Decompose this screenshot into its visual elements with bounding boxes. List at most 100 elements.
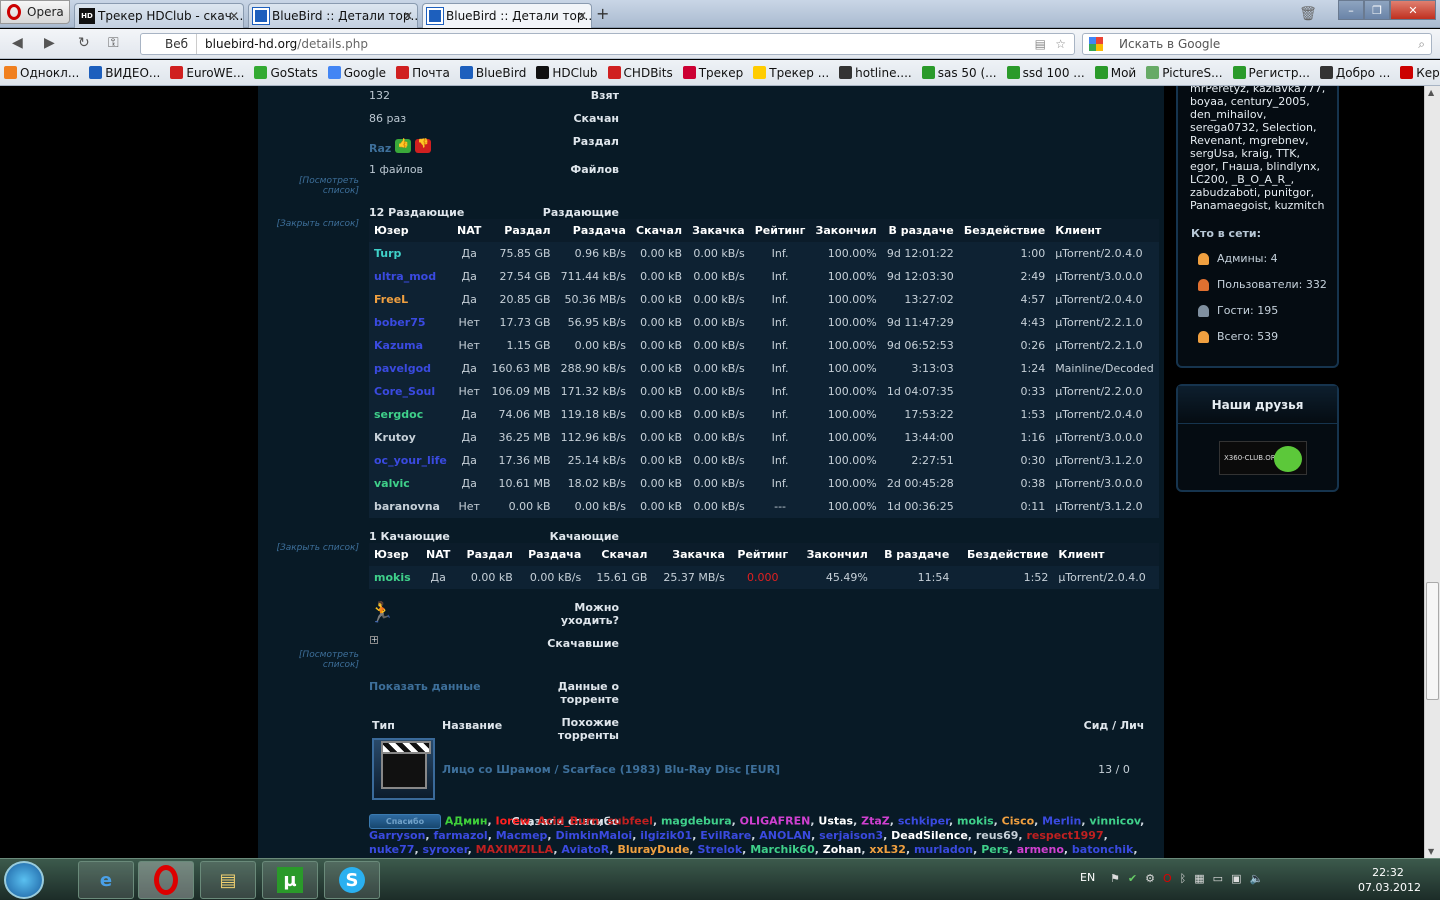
scrollbar-thumb[interactable] (1426, 582, 1439, 700)
seeder-cell-user[interactable]: oc_your_life (369, 449, 452, 472)
thanks-user[interactable]: DimkinMaloi (555, 829, 632, 842)
bookmark-item[interactable]: BlueBird (456, 66, 530, 80)
thanks-user[interactable]: OLIGAFREN (740, 815, 811, 828)
thanks-user[interactable]: Ustas (818, 815, 853, 828)
thanks-user[interactable]: Cisco (1002, 815, 1034, 828)
thanks-user[interactable]: murladon (914, 843, 973, 856)
similar-title-link[interactable]: Лицо со Шрамом / Scarface (1983) Blu-Ray… (439, 734, 1069, 804)
bookmark-item[interactable]: Добро ... (1316, 66, 1394, 80)
tray-device-icon[interactable]: ▦ (1194, 872, 1204, 885)
thanks-user[interactable]: EvilRare (700, 829, 751, 842)
show-data-link[interactable]: Показать данные (369, 680, 481, 693)
thanks-user[interactable]: xxL32 (869, 843, 906, 856)
bookmark-item[interactable]: GoStats (250, 66, 321, 80)
tray-clock[interactable]: 22:32 07.03.2012 (1358, 865, 1421, 895)
seeder-cell-user[interactable]: Core_Soul (369, 380, 452, 403)
page-scrollbar[interactable]: ▲ ▼ (1424, 86, 1440, 858)
friends-banner[interactable]: X360-CLUB.ORG (1219, 441, 1307, 475)
thumbs-up-icon[interactable]: 👍 (395, 138, 412, 153)
key-icon[interactable]: ⚿ (108, 35, 119, 51)
tray-speaker-icon[interactable]: 🔈 (1249, 872, 1263, 885)
tray-flag-icon[interactable]: ⚑ (1110, 872, 1120, 885)
skype-icon[interactable]: S (324, 861, 380, 899)
search-input[interactable]: Искать в Google ⌕ (1082, 33, 1432, 55)
thanks-user[interactable]: АДмин (445, 815, 488, 828)
tray-bluetooth-icon[interactable]: ᛒ (1180, 872, 1187, 885)
thanks-user[interactable]: vinnicov (1089, 815, 1140, 828)
seeder-cell-user[interactable]: valvic (369, 472, 452, 495)
thanks-user[interactable]: mokis (957, 815, 994, 828)
bookmark-item[interactable]: Google (324, 66, 390, 80)
bookmark-item[interactable]: Трекер (679, 66, 748, 80)
thanks-user[interactable]: ZtaZ (861, 815, 890, 828)
leechers-close-link[interactable]: [Закрыть список] (262, 543, 359, 553)
bookmark-item[interactable]: PictureS... (1142, 66, 1226, 80)
tray-battery-icon[interactable]: ▭ (1213, 872, 1223, 885)
close-window-button[interactable]: ✕ (1390, 0, 1436, 20)
thanks-user[interactable]: syroxer (422, 843, 467, 856)
thanks-user[interactable]: Acid_Burn (538, 815, 600, 828)
thanks-user[interactable]: subfeel (607, 815, 653, 828)
thanks-user[interactable]: Merlin (1042, 815, 1081, 828)
tray-opera-icon[interactable]: O (1163, 872, 1172, 885)
tab-bluebird-1[interactable]: BlueBird :: Детали тор... ✕ (248, 3, 418, 28)
address-url[interactable]: bluebird-hd.org/details.php (197, 37, 368, 51)
bookmark-item[interactable]: Трекер ... (749, 66, 833, 80)
thanks-user[interactable]: nuke77 (369, 843, 414, 856)
thanks-user[interactable]: BlurayDude (617, 843, 689, 856)
opera-taskbar-icon[interactable] (138, 861, 194, 899)
seeder-cell-user[interactable]: Kazuma (369, 334, 452, 357)
bookmark-item[interactable]: ВИДЕО... (85, 66, 164, 80)
seeder-cell-user[interactable]: pavelgod (369, 357, 452, 380)
utorrent-icon[interactable]: µ (262, 861, 318, 899)
seeder-cell-user[interactable]: Turp (369, 242, 452, 265)
thanks-user[interactable]: batonchik (1072, 843, 1133, 856)
back-icon[interactable]: ◀ (12, 35, 23, 51)
thanks-user[interactable]: Pers (981, 843, 1009, 856)
thanks-user[interactable]: ANOLAN (759, 829, 811, 842)
thanks-user[interactable]: armeno (1017, 843, 1064, 856)
bookmark-item[interactable]: hotline.... (835, 66, 916, 80)
bookmark-item[interactable]: Керува... (1396, 66, 1440, 80)
tab-hdclub[interactable]: HD Трекер HDClub - скач... ✕ (74, 3, 244, 28)
internet-explorer-icon[interactable]: e (78, 861, 134, 899)
minimize-button[interactable]: – (1338, 0, 1364, 20)
thanks-user[interactable]: respect1997 (1026, 829, 1103, 842)
seeder-cell-user[interactable]: sergdoc (369, 403, 452, 426)
bookmark-item[interactable]: CHDBits (604, 66, 677, 80)
thanks-user[interactable]: Marchik60 (750, 843, 815, 856)
scroll-down-icon[interactable]: ▼ (1428, 847, 1434, 856)
seeder-cell-user[interactable]: bober75 (369, 311, 452, 334)
seeder-cell-user[interactable]: ultra_mod (369, 265, 452, 288)
seeder-cell-user[interactable]: baranovna (369, 495, 452, 518)
seeders-close-link[interactable]: [Закрыть список] (262, 219, 359, 229)
close-tab-icon[interactable]: ✕ (403, 9, 413, 23)
similar-row[interactable]: Лицо со Шрамом / Scarface (1983) Blu-Ray… (369, 734, 1159, 804)
thanks-user[interactable]: AviatoR (561, 843, 609, 856)
trash-icon[interactable]: 🗑 (1296, 4, 1320, 24)
thanks-user[interactable]: Iorew (495, 815, 529, 828)
thanks-user[interactable]: farmazol (433, 829, 487, 842)
thanks-user[interactable]: Strelok (697, 843, 742, 856)
thanks-user[interactable]: Zohan (823, 843, 862, 856)
language-indicator[interactable]: EN (1080, 871, 1095, 884)
address-bar[interactable]: Веб bluebird-hd.org/details.php ▤ ☆ (140, 33, 1075, 55)
maximize-button[interactable]: ❐ (1364, 0, 1390, 20)
bookmark-item[interactable]: ssd 100 ... (1003, 66, 1089, 80)
thumbs-down-icon[interactable]: 👎 (415, 138, 432, 153)
seeder-cell-user[interactable]: Krutoy (369, 426, 452, 449)
bookmark-item[interactable]: sas 50 (... (918, 66, 1001, 80)
leecher-cell-user[interactable]: mokis (369, 566, 420, 589)
address-mode[interactable]: Веб (141, 34, 198, 54)
bookmark-item[interactable]: Регистр... (1229, 66, 1314, 80)
thanks-user[interactable]: serjaison3 (819, 829, 883, 842)
new-tab-icon[interactable]: + (596, 4, 609, 23)
thanks-user[interactable]: magdebura (661, 815, 732, 828)
thanks-button[interactable]: Спасибо (369, 814, 441, 829)
bookmark-item[interactable]: Почта (392, 66, 454, 80)
expand-snatched-icon[interactable]: + (370, 636, 378, 644)
thanks-user[interactable]: MAXIMZILLA (476, 843, 554, 856)
seeder-cell-user[interactable]: FreeL (369, 288, 452, 311)
tray-checkmark-icon[interactable]: ✔ (1128, 872, 1137, 885)
forward-icon[interactable]: ▶ (44, 35, 55, 51)
